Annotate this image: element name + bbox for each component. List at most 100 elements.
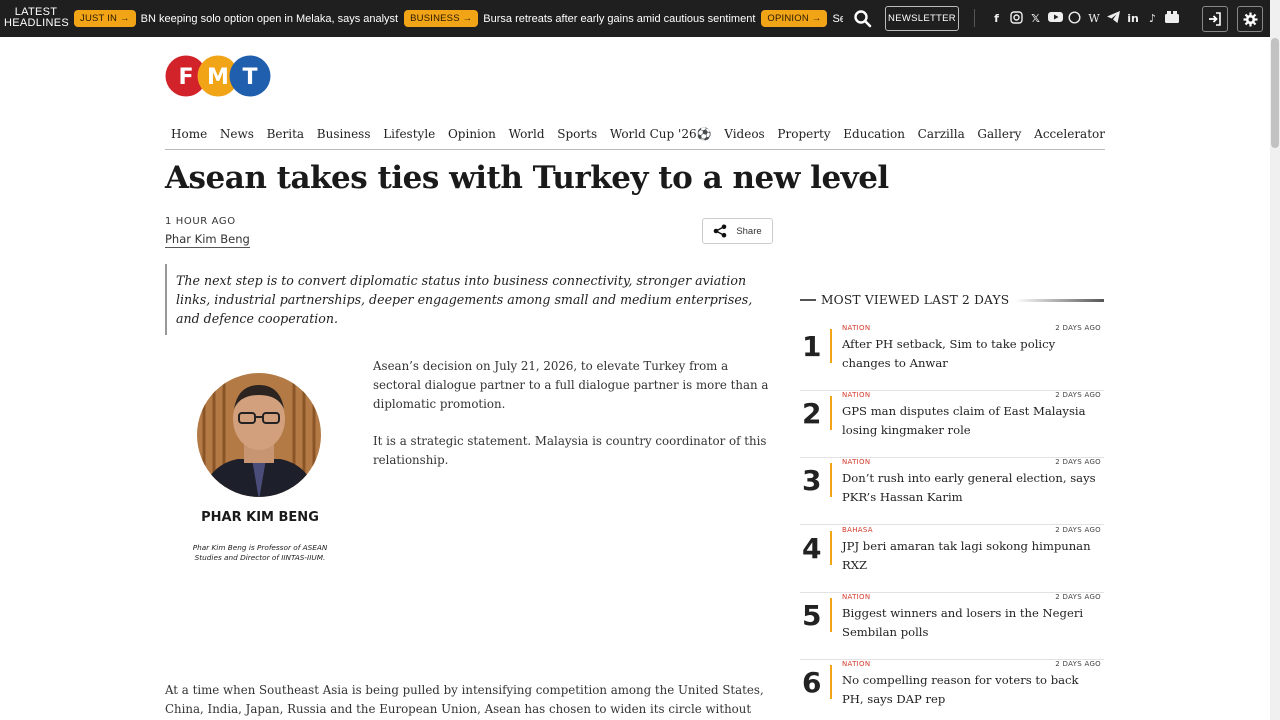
nav-carzilla[interactable]: Carzilla [918,127,965,141]
category-label[interactable]: NATION [842,660,870,668]
rank-divider [830,531,832,565]
most-viewed-item[interactable]: 3 NATION 2 DAYS AGO Don’t rush into earl… [800,458,1104,525]
nav-lifestyle[interactable]: Lifestyle [383,127,435,141]
item-timestamp: 2 DAYS AGO [1055,324,1101,332]
item-timestamp: 2 DAYS AGO [1055,391,1101,399]
nav-home[interactable]: Home [171,127,207,141]
share-label: Share [736,225,762,237]
rank-divider [830,598,832,632]
gear-icon[interactable] [1237,6,1263,32]
rank-number: 5 [802,599,822,632]
ticker-badge[interactable]: OPINION → [761,10,828,27]
svg-text:T: T [242,65,257,90]
login-icon[interactable] [1202,6,1228,32]
rank-number: 6 [802,666,822,699]
portrait-name: PHAR KIM BENG [201,510,319,525]
ticker-text[interactable]: BN keeping solo option open in Melaka, s… [141,13,398,25]
nav-news[interactable]: News [220,127,254,141]
nav-world-cup[interactable]: World Cup '26⚽ [610,127,712,141]
most-viewed-item[interactable]: 2 NATION 2 DAYS AGO GPS man disputes cla… [800,391,1104,458]
nav-sports[interactable]: Sports [557,127,597,141]
page-scrollbar[interactable] [1270,0,1280,720]
most-viewed-item[interactable]: 4 BAHASA 2 DAYS AGO JPJ beri amaran tak … [800,526,1104,593]
rank-divider [830,329,832,363]
portrait-caption: Phar Kim Beng is Professor of ASEAN Stud… [192,543,328,562]
share-icon [714,224,727,238]
svg-text:M: M [207,65,229,90]
category-label[interactable]: NATION [842,593,870,601]
social-links: f 𝕏 W in ♪ [974,9,1184,27]
ticker-item[interactable]: OPINION → Sehari ke [761,10,843,27]
item-timestamp: 2 DAYS AGO [1055,660,1101,668]
heading-rule-right [1015,298,1104,302]
most-viewed-item[interactable]: 1 NATION 2 DAYS AGO After PH setback, Si… [800,324,1104,391]
rank-number: 1 [802,330,822,363]
nav-property[interactable]: Property [777,127,830,141]
rank-divider [830,665,832,699]
instagram-icon[interactable] [1009,10,1024,26]
ticker-text[interactable]: Sehari ke [832,13,843,25]
top-bar: LATEST HEADLINES JUST IN → BN keeping so… [0,0,1270,37]
most-viewed-item[interactable]: 5 NATION 2 DAYS AGO Biggest winners and … [800,593,1104,660]
nav-accelerator[interactable]: Accelerator [1034,127,1105,141]
search-icon[interactable] [853,9,873,29]
item-headline[interactable]: Don’t rush into early general election, … [842,469,1100,507]
share-button[interactable]: Share [702,218,773,244]
pull-quote: The next step is to convert diplomatic s… [165,264,773,335]
article-paragraph: It is a strategic statement. Malaysia is… [373,434,767,467]
category-label[interactable]: BAHASA [842,526,873,534]
category-label[interactable]: NATION [842,391,870,399]
headline-ticker: JUST IN → BN keeping solo option open in… [74,0,843,37]
rank-divider [830,396,832,430]
nav-education[interactable]: Education [843,127,905,141]
newsletter-button[interactable]: NEWSLETTER [885,6,959,31]
author-portrait [178,365,342,570]
article-title: Asean takes ties with Turkey to a new le… [165,160,889,196]
ticker-badge[interactable]: BUSINESS → [404,10,479,27]
nav-berita[interactable]: Berita [267,127,304,141]
svg-text:F: F [178,65,193,90]
author-link[interactable]: Phar Kim Beng [165,232,250,248]
ticker-badge[interactable]: JUST IN → [74,10,136,27]
ticker-item[interactable]: JUST IN → BN keeping solo option open in… [74,10,398,27]
rank-divider [830,463,832,497]
article-timestamp: 1 HOUR AGO [165,216,236,227]
rank-number: 2 [802,397,822,430]
most-viewed-heading: MOST VIEWED LAST 2 DAYS [800,290,1104,310]
scrollbar-thumb[interactable] [1271,38,1279,148]
wikipedia-icon[interactable]: W [1087,11,1102,26]
ticker-text[interactable]: Bursa retreats after early gains amid ca… [483,13,755,25]
category-label[interactable]: NATION [842,324,870,332]
fmt-logo[interactable]: F M T [165,54,273,98]
heading-rule-left [800,299,816,301]
category-label[interactable]: NATION [842,458,870,466]
item-headline[interactable]: GPS man disputes claim of East Malaysia … [842,402,1100,440]
tiktok-icon[interactable]: ♪ [1145,11,1160,26]
nav-opinion[interactable]: Opinion [448,127,496,141]
rank-number: 4 [802,532,822,565]
podcast-icon[interactable] [1165,10,1180,26]
nav-business[interactable]: Business [317,127,371,141]
linkedin-icon[interactable]: in [1126,11,1141,26]
telegram-icon[interactable] [1106,10,1121,26]
nav-gallery[interactable]: Gallery [977,127,1021,141]
nav-videos[interactable]: Videos [724,127,764,141]
most-viewed-item[interactable]: 6 NATION 2 DAYS AGO No compelling reason… [800,660,1104,720]
item-headline[interactable]: After PH setback, Sim to take policy cha… [842,335,1100,373]
ticker-item[interactable]: BUSINESS → Bursa retreats after early ga… [404,10,755,27]
item-timestamp: 2 DAYS AGO [1055,458,1101,466]
youtube-icon[interactable] [1047,11,1063,26]
item-timestamp: 2 DAYS AGO [1055,526,1101,534]
item-headline[interactable]: JPJ beri amaran tak lagi sokong himpunan… [842,537,1100,575]
nav-world[interactable]: World [509,127,545,141]
main-nav: Home News Berita Business Lifestyle Opin… [165,118,1105,150]
facebook-icon[interactable]: f [989,11,1004,26]
whatsapp-icon[interactable] [1067,10,1082,26]
article-paragraph: Asean’s decision on July 21, 2026, to el… [373,359,769,411]
latest-headlines-label: LATEST HEADLINES [4,6,70,29]
rank-number: 3 [802,464,822,497]
item-headline[interactable]: No compelling reason for voters to back … [842,671,1100,709]
item-timestamp: 2 DAYS AGO [1055,593,1101,601]
item-headline[interactable]: Biggest winners and losers in the Negeri… [842,604,1100,642]
x-icon[interactable]: 𝕏 [1028,11,1043,26]
